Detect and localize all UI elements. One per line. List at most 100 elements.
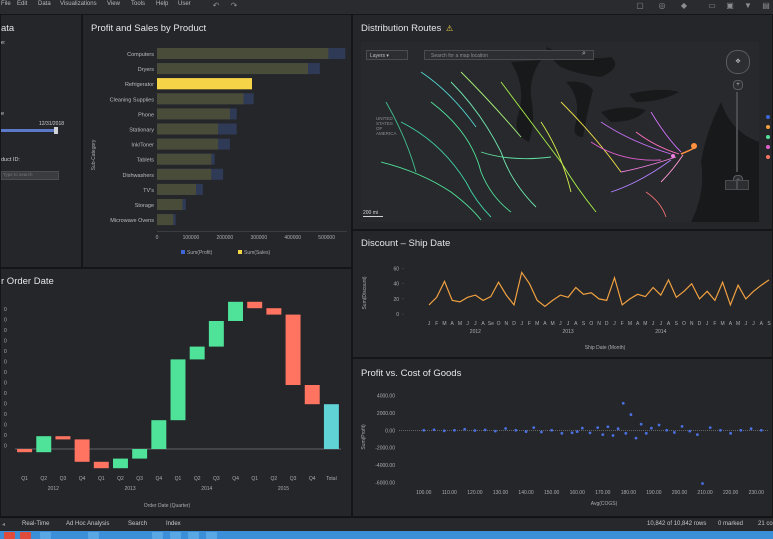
scatter-point	[688, 429, 692, 433]
x-tick-label: 160.00	[570, 490, 586, 496]
quarter-label: Q4	[309, 476, 316, 482]
y-tick-label: 0	[4, 412, 7, 418]
bell-icon[interactable]: ◆	[680, 2, 688, 10]
scatter-point	[493, 429, 497, 433]
scatter-point	[588, 431, 592, 435]
month-label: D	[698, 321, 702, 327]
profit-cogs-chart: 4000.00 2000.00 0.00 -2000.00 -4000.00 -6000.…	[361, 393, 769, 507]
bookmark-icon[interactable]: ▣	[726, 2, 734, 10]
details-icon[interactable]: ▤	[762, 2, 770, 10]
profit-cogs-ylabel: Sum(Profit)	[361, 424, 367, 450]
layers-dropdown[interactable]: Layers ▾	[366, 50, 408, 60]
date-slider-handle[interactable]	[54, 127, 58, 134]
comment-icon[interactable]: ▭	[708, 2, 716, 10]
category-label: Tablets	[137, 158, 155, 164]
x-tick-label: 200000	[217, 235, 234, 241]
order-date-panel: r Order Date 0 0 0 0 0 0 0 0 0 0 0 0 0 0 Q1 Q2 Q3 Q4 Q1 Q2 Q…	[0, 268, 352, 517]
menu-user[interactable]: User	[178, 1, 191, 7]
scatter-point	[739, 428, 743, 432]
taskbar-app-2[interactable]	[20, 532, 31, 539]
map[interactable]: Layers ▾ Search for a map location ⌕ UNI…	[361, 42, 759, 222]
y-tick-label: 0	[396, 312, 399, 318]
scatter-point	[634, 436, 638, 440]
waterfall-bar	[285, 314, 301, 385]
layers-label: Layers	[370, 53, 386, 59]
y-tick-label: 0.00	[385, 428, 395, 434]
taskbar-app-7[interactable]	[188, 532, 199, 539]
month-label: M	[721, 321, 725, 327]
profit-bar	[157, 108, 230, 120]
globe-icon[interactable]: ◎	[658, 2, 666, 10]
taskbar-app-5[interactable]	[152, 532, 163, 539]
profit-sales-chart: Computers Dryers Refrigerator Cleaning Supp…	[91, 48, 347, 256]
x-tick-label: 220.00	[723, 490, 739, 496]
category-label: Dryers	[138, 67, 154, 73]
page-icon[interactable]: ▢	[636, 2, 644, 10]
month-label: O	[682, 321, 686, 327]
map-select-icon[interactable]	[725, 180, 737, 190]
taskbar-app-6[interactable]	[170, 532, 181, 539]
menu-tools[interactable]: Tools	[131, 1, 145, 7]
legend-sales-label: Sum(Sales)	[244, 250, 270, 256]
scatter-point	[616, 427, 620, 431]
y-tick-label: 2000.00	[377, 411, 395, 417]
y-tick-label: 0	[4, 328, 7, 334]
warning-icon[interactable]: ⚠	[446, 24, 453, 33]
tab-search[interactable]: Search	[128, 521, 147, 527]
waterfall-bar	[93, 461, 109, 469]
map-search-input[interactable]: Search for a map location	[424, 50, 594, 60]
month-label: M	[551, 321, 555, 327]
month-label: A	[543, 321, 547, 327]
date-slider-fill[interactable]	[1, 129, 56, 132]
taskbar-app-8[interactable]	[206, 532, 217, 539]
tab-scroll-icon[interactable]: ◂	[2, 521, 5, 528]
search-icon[interactable]: ⌕	[582, 50, 586, 58]
menu-visualizations[interactable]: Visualizations	[60, 1, 97, 7]
scatter-point	[639, 422, 643, 426]
waterfall-bar	[189, 346, 205, 360]
menu-file[interactable]: File	[1, 1, 11, 7]
zoom-in-icon[interactable]: +	[733, 80, 743, 90]
discount-panel: Discount – Ship Date 0 20 40 60 J F M A M J J A Se O N…	[352, 230, 773, 358]
x-tick-label: 0	[156, 235, 159, 241]
tab-real-time[interactable]: Real-Time	[22, 521, 49, 527]
menu-edit[interactable]: Edit	[17, 1, 27, 7]
y-tick-label: 0	[4, 370, 7, 376]
tab-ad-hoc-analysis[interactable]: Ad Hoc Analysis	[66, 521, 109, 527]
month-label: A	[729, 321, 733, 327]
month-label: A	[636, 321, 640, 327]
month-label: F	[621, 321, 624, 327]
zoom-slider[interactable]	[736, 92, 738, 172]
tab-index[interactable]: Index	[166, 521, 181, 527]
month-label: M	[628, 321, 632, 327]
month-label: S	[767, 321, 771, 327]
scatter-point	[680, 424, 684, 428]
menu-help[interactable]: Help	[156, 1, 168, 7]
taskbar-app-4[interactable]	[88, 532, 99, 539]
month-label: N	[504, 321, 508, 327]
status-bar: ◂ Real-Time Ad Hoc Analysis Search Index…	[0, 517, 773, 532]
quarter-label: Q4	[155, 476, 162, 482]
scatter-point	[601, 433, 605, 437]
map-fullscreen-icon[interactable]	[737, 180, 749, 190]
marked-count: 0 marked	[718, 521, 744, 527]
y-tick-label: -6000.00	[375, 481, 395, 487]
x-tick-label: 120.00	[467, 490, 483, 496]
menu-data[interactable]: Data	[38, 1, 51, 7]
menu-view[interactable]: View	[107, 1, 120, 7]
profit-cogs-xlabel: Avg(COGS)	[591, 501, 618, 507]
scatter-point	[473, 429, 477, 432]
month-label: M	[458, 321, 462, 327]
taskbar-app-3[interactable]	[40, 532, 51, 539]
y-tick-label: 60	[393, 267, 399, 273]
filter-icon[interactable]: ▼	[744, 2, 752, 10]
map-pan-control[interactable]: ✥	[726, 50, 750, 74]
month-label: A	[760, 321, 764, 327]
undo-icon[interactable]: ↶	[212, 2, 220, 10]
product-search-input[interactable]: Type to search	[1, 171, 59, 180]
taskbar-app-1[interactable]	[4, 532, 15, 539]
profit-bar	[157, 183, 197, 195]
month-label: M	[442, 321, 446, 327]
redo-icon[interactable]: ↷	[230, 2, 238, 10]
waterfall-bar	[247, 301, 263, 309]
